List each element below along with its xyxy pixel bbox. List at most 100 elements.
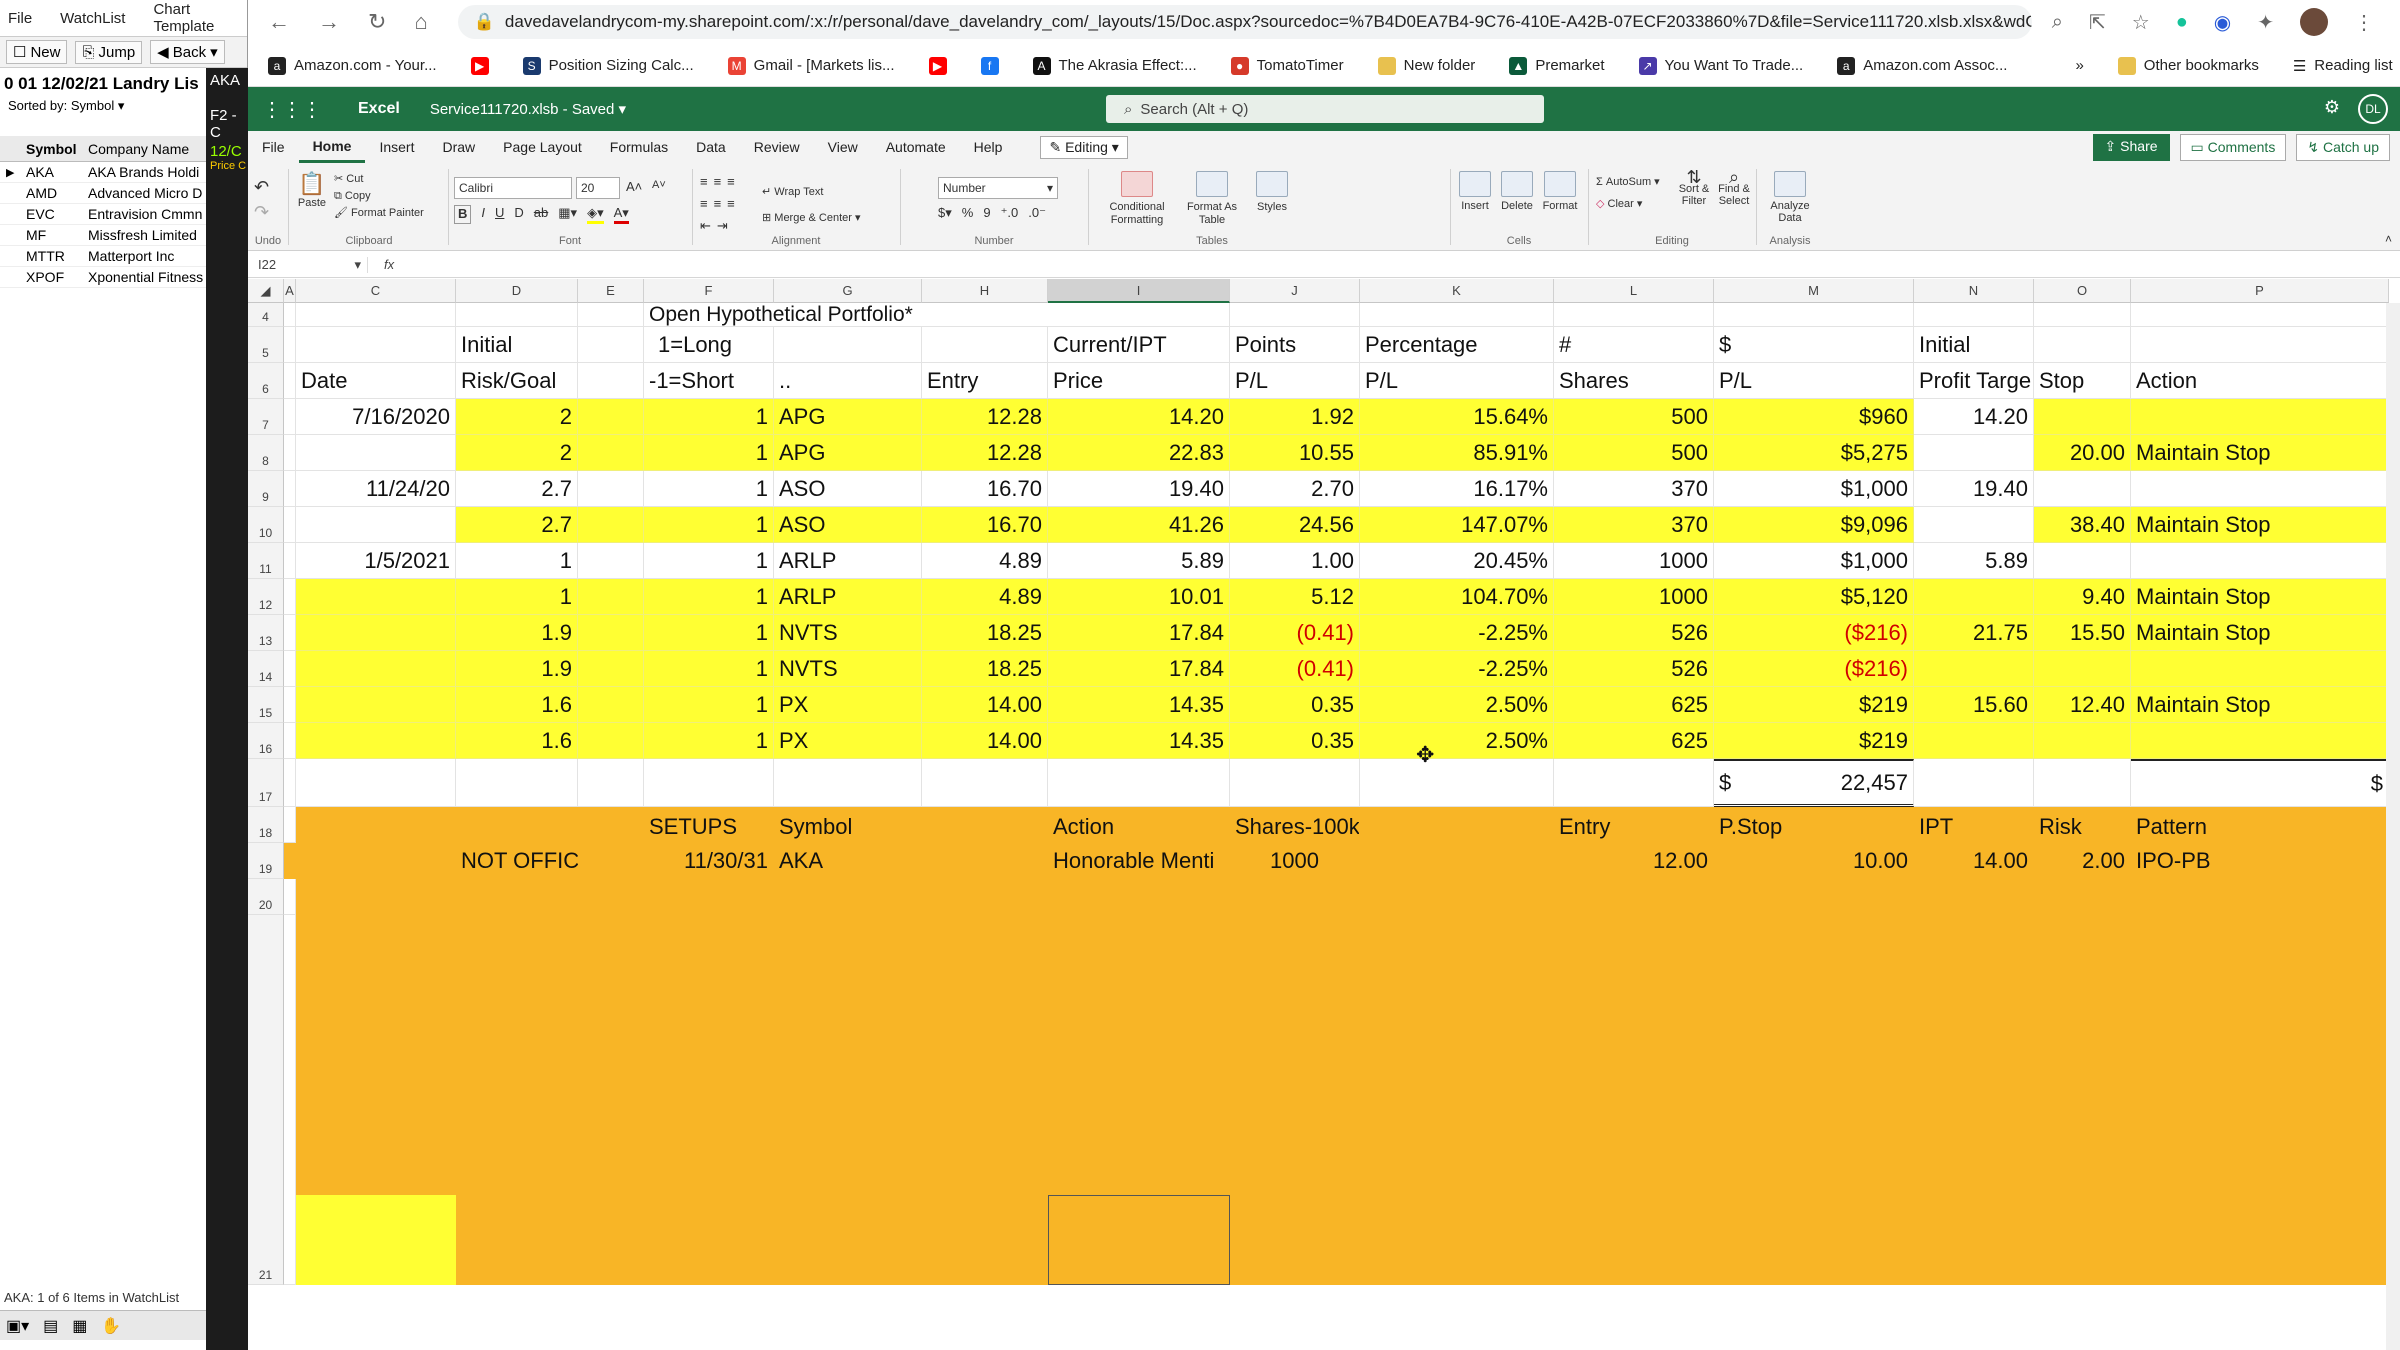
long-short-cell[interactable]: 1 (644, 615, 774, 651)
header-cell[interactable]: Entry (922, 363, 1048, 399)
empty-cell[interactable] (284, 723, 296, 759)
price-cell[interactable]: 22.83 (1048, 435, 1230, 471)
empty-cell[interactable] (2131, 879, 2389, 915)
entry-cell[interactable]: 14.00 (922, 723, 1048, 759)
empty-cell[interactable] (284, 615, 296, 651)
empty-cell[interactable] (644, 915, 774, 1285)
empty-cell[interactable] (1554, 879, 1714, 915)
shares-cell[interactable]: 500 (1554, 435, 1714, 471)
empty-cell[interactable] (284, 651, 296, 687)
points-pl-cell[interactable]: 24.56 (1230, 507, 1360, 543)
tab-draw[interactable]: Draw (428, 131, 489, 163)
empty-cell[interactable] (2131, 303, 2389, 327)
bold-icon[interactable]: B (454, 205, 472, 224)
header-cell[interactable]: Stop (2034, 363, 2131, 399)
risk-goal-cell[interactable]: 1.9 (456, 615, 578, 651)
column-header-p[interactable]: P (2131, 279, 2389, 303)
column-header-o[interactable]: O (2034, 279, 2131, 303)
search-box[interactable]: ⌕ Search (Alt + Q) (1106, 95, 1544, 123)
header-cell[interactable]: $ (1714, 327, 1914, 363)
setup-cell[interactable]: NOT OFFICIAL (456, 843, 612, 879)
shares-cell[interactable]: 526 (1554, 615, 1714, 651)
empty-cell[interactable] (578, 363, 644, 399)
header-cell[interactable]: Profit Targe (1914, 363, 2034, 399)
percentage-pl-cell[interactable]: 2.50% (1360, 687, 1554, 723)
empty-cell[interactable] (1914, 759, 2034, 807)
empty-cell[interactable] (578, 915, 644, 1285)
column-header-i[interactable]: I (1048, 279, 1230, 303)
action-cell[interactable]: Maintain Stop (2131, 579, 2389, 615)
empty-cell[interactable] (1714, 879, 1914, 915)
user-avatar[interactable]: DL (2358, 94, 2388, 124)
paste-button[interactable]: 📋 Paste (296, 171, 328, 209)
fill-color-icon[interactable]: ◈▾ (587, 205, 604, 224)
empty-cell[interactable] (284, 843, 296, 879)
setups-header-cell[interactable]: Entry (1554, 807, 1714, 843)
redo-icon[interactable]: ↷ (254, 202, 282, 223)
file-name[interactable]: Service111720.xlsb - Saved ▾ (430, 100, 626, 118)
setup-cell[interactable]: 14.00 (1914, 843, 2034, 879)
new-button[interactable]: ☐ New (6, 40, 68, 64)
horizontal-align-icons[interactable]: ≡≡≡ (700, 193, 741, 215)
long-short-cell[interactable]: 1 (644, 723, 774, 759)
bookmark-item[interactable]: ▶ (928, 56, 947, 75)
editing-mode-dropdown[interactable]: ✎ Editing ▾ (1040, 135, 1128, 159)
percentage-pl-cell[interactable]: 85.91% (1360, 435, 1554, 471)
shrink-font-icon[interactable]: A˅ (652, 179, 666, 191)
tab-insert[interactable]: Insert (365, 131, 428, 163)
price-cell[interactable]: 41.26 (1048, 507, 1230, 543)
empty-cell[interactable] (284, 303, 296, 327)
shares-cell[interactable]: 526 (1554, 651, 1714, 687)
empty-cell[interactable] (1230, 879, 1360, 915)
zoom-icon[interactable]: ⌕ (2052, 11, 2063, 34)
risk-goal-cell[interactable]: 2 (456, 435, 578, 471)
undo-icon[interactable]: ↶ (254, 177, 282, 198)
column-header-a[interactable]: A (284, 279, 296, 303)
setup-cell[interactable]: 2.00 (2034, 843, 2131, 879)
address-bar[interactable]: 🔒 davedavelandrycom-my.sharepoint.com/:x:… (457, 5, 2032, 39)
find-select-button[interactable]: ⌕ Find & Select (1716, 168, 1752, 207)
header-cell[interactable]: Action (2131, 363, 2389, 399)
stop-cell[interactable]: 9.40 (2034, 579, 2131, 615)
points-pl-cell[interactable]: 5.12 (1230, 579, 1360, 615)
long-short-cell[interactable]: 1 (644, 435, 774, 471)
long-short-cell[interactable]: 1 (644, 651, 774, 687)
forward-arrow-icon[interactable]: → (318, 9, 340, 35)
back-button[interactable]: ◀ Back ▾ (150, 40, 225, 64)
percent-icon[interactable]: % (962, 205, 974, 221)
tab-review[interactable]: Review (740, 131, 814, 163)
stop-cell[interactable]: 12.40 (2034, 687, 2131, 723)
bookmark-item[interactable]: New folder (1377, 56, 1475, 75)
increase-decimal-icon[interactable]: ⁺.0 (1001, 205, 1019, 221)
symbol-cell[interactable]: ASO (774, 507, 922, 543)
stop-cell[interactable] (2034, 651, 2131, 687)
price-cell[interactable]: 14.20 (1048, 399, 1230, 435)
empty-cell[interactable] (774, 327, 922, 363)
column-header-g[interactable]: G (774, 279, 922, 303)
selected-cell-outline[interactable] (1048, 1195, 1230, 1285)
entry-cell[interactable]: 18.25 (922, 651, 1048, 687)
yellow-filled-cell[interactable] (296, 1195, 456, 1285)
insert-cells-button[interactable]: Insert (1456, 171, 1494, 212)
tab-view[interactable]: View (814, 131, 872, 163)
empty-cell[interactable] (284, 687, 296, 723)
header-cell[interactable]: -1=Short (644, 363, 774, 399)
price-cell[interactable]: 19.40 (1048, 471, 1230, 507)
bookmark-item[interactable]: a Amazon.com Assoc... (1837, 56, 2007, 75)
column-header-symbol[interactable]: Symbol (0, 141, 88, 157)
font-color-icon[interactable]: A▾ (613, 205, 629, 224)
empty-cell[interactable] (296, 327, 456, 363)
date-cell[interactable] (296, 435, 456, 471)
entry-cell[interactable]: 4.89 (922, 543, 1048, 579)
jump-button[interactable]: ⎘ Jump (75, 40, 143, 64)
back-arrow-icon[interactable]: ← (268, 9, 290, 35)
long-short-cell[interactable]: 1 (644, 399, 774, 435)
empty-cell[interactable] (284, 363, 296, 399)
bookmark-item[interactable]: ▶ (470, 56, 489, 75)
empty-cell[interactable] (1914, 879, 2034, 915)
risk-goal-cell[interactable]: 1.6 (456, 723, 578, 759)
shares-cell[interactable]: 370 (1554, 471, 1714, 507)
excel-app-name[interactable]: Excel (358, 100, 400, 118)
stop-cell[interactable]: 38.40 (2034, 507, 2131, 543)
setups-header-cell[interactable]: P.Stop (1714, 807, 1914, 843)
